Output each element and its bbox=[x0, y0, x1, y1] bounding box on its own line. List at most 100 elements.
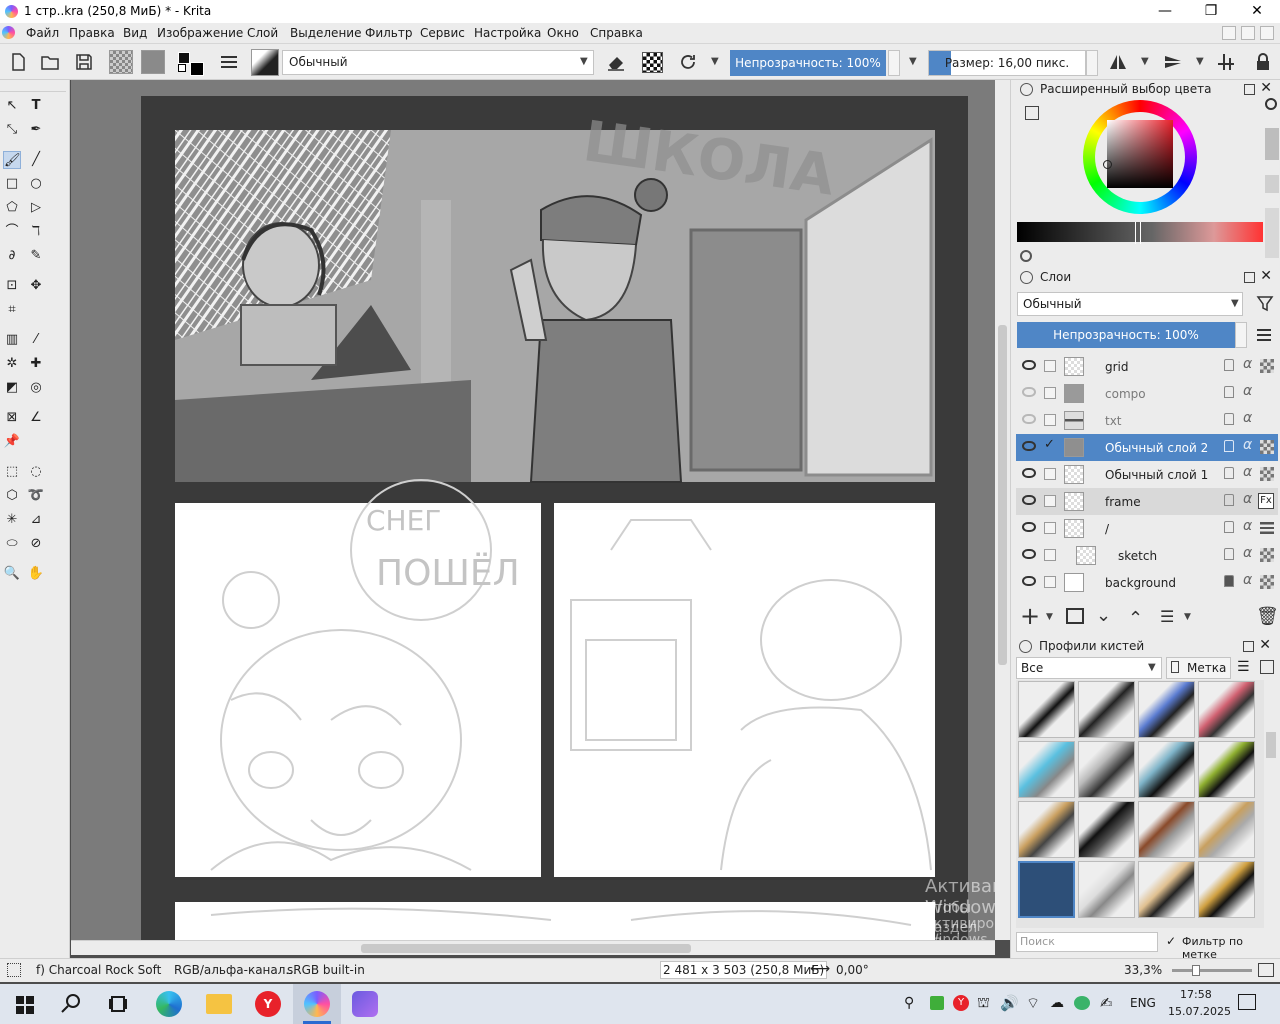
delete-layer-icon[interactable]: 🗑 bbox=[1256, 606, 1279, 627]
select-shapes-tool-icon[interactable]: ↖ bbox=[3, 97, 21, 115]
brush-preset-pen-red[interactable] bbox=[1198, 681, 1255, 738]
brush-preset-chalk[interactable] bbox=[1078, 861, 1135, 918]
edge-browser-icon[interactable] bbox=[156, 991, 182, 1017]
layer-select-checkbox[interactable] bbox=[1044, 360, 1056, 372]
tray-icon-2[interactable] bbox=[930, 996, 944, 1010]
canvas-horizontal-scrollbar[interactable] bbox=[71, 940, 995, 955]
visibility-eye-icon[interactable] bbox=[1022, 495, 1036, 505]
enclose-fill-tool-icon[interactable]: ◎ bbox=[27, 379, 45, 397]
color-history-swatch[interactable] bbox=[1265, 208, 1279, 258]
horizontal-scroll-thumb[interactable] bbox=[361, 944, 691, 953]
lock-dock-icon[interactable] bbox=[1020, 83, 1033, 96]
mirror-horizontal-icon[interactable] bbox=[1108, 52, 1128, 72]
search-icon[interactable] bbox=[56, 990, 86, 1018]
opacity-spinner[interactable] bbox=[888, 50, 900, 76]
value-slider[interactable] bbox=[1017, 222, 1263, 244]
brush-size-slider[interactable]: Размер: 16,00 пикс. bbox=[928, 50, 1086, 76]
fg-bg-color-icon[interactable] bbox=[178, 52, 206, 76]
zoom-value[interactable]: 33,3% bbox=[1124, 963, 1162, 977]
alpha-lock-icon[interactable]: α bbox=[1243, 572, 1252, 588]
inherit-alpha-icon[interactable] bbox=[1260, 359, 1274, 373]
move-layer-up-icon[interactable]: ⌃ bbox=[1128, 608, 1143, 629]
network-icon[interactable]: ⌔ bbox=[1026, 994, 1040, 1013]
layer-styles-fx-icon[interactable]: Fx bbox=[1258, 493, 1274, 509]
brush-preset-pencil-green[interactable] bbox=[1198, 741, 1255, 798]
layer-select-checkbox[interactable] bbox=[1044, 549, 1056, 561]
line-tool-icon[interactable]: ╱ bbox=[27, 151, 45, 169]
brush-preset-bristle-4[interactable] bbox=[1198, 801, 1255, 858]
multibrush-tool-icon[interactable]: ✎ bbox=[27, 247, 45, 265]
rectangular-selection-tool-icon[interactable]: ⬚ bbox=[3, 463, 21, 481]
layer-properties-icon[interactable]: ☰ bbox=[1160, 607, 1174, 626]
brush-settings-icon[interactable] bbox=[219, 52, 239, 72]
layer-lock-icon[interactable] bbox=[1224, 440, 1234, 452]
menu-image[interactable]: Изображение bbox=[157, 26, 243, 40]
freehand-selection-tool-icon[interactable]: ➰ bbox=[27, 487, 45, 505]
color-sampler-tool-icon[interactable]: ⁄ bbox=[27, 331, 45, 349]
save-icon[interactable] bbox=[74, 52, 94, 72]
windows-start-icon[interactable] bbox=[10, 990, 40, 1018]
rectangle-tool-icon[interactable]: □ bbox=[3, 175, 21, 193]
layer-row-txt[interactable]: txt α bbox=[1016, 407, 1278, 434]
doc-restore-icon[interactable] bbox=[1241, 26, 1255, 40]
canvas-drawing[interactable]: ШКОЛА СНЕГ ПОШЁЛ bbox=[71, 80, 995, 940]
pattern-fill-icon[interactable] bbox=[141, 50, 165, 74]
brush-preset-selected[interactable] bbox=[1018, 861, 1075, 918]
krita-taskbar-active[interactable] bbox=[293, 984, 341, 1024]
doc-close-icon[interactable] bbox=[1260, 26, 1274, 40]
freehand-brush-tool-icon[interactable]: 🖌 bbox=[3, 151, 21, 169]
preserve-alpha-icon[interactable] bbox=[642, 52, 663, 73]
layer-row-compo[interactable]: compo α bbox=[1016, 380, 1278, 407]
brush-storage-icon[interactable] bbox=[1260, 660, 1274, 674]
reload-preset-icon[interactable] bbox=[678, 52, 698, 72]
layer-blend-mode-select[interactable]: Обычный bbox=[1017, 292, 1243, 316]
task-view-icon[interactable] bbox=[104, 990, 134, 1018]
layer-row-frame[interactable]: frame α Fx bbox=[1016, 488, 1278, 515]
pass-through-icon[interactable] bbox=[1260, 522, 1274, 534]
lock-dock-icon[interactable] bbox=[1019, 640, 1032, 653]
reset-color-icon[interactable] bbox=[1265, 98, 1277, 110]
doc-minimize-icon[interactable] bbox=[1222, 26, 1236, 40]
layer-lock-icon[interactable] bbox=[1224, 359, 1234, 371]
yandex-browser-icon[interactable]: Y bbox=[255, 991, 281, 1017]
duplicate-layer-icon[interactable] bbox=[1066, 608, 1084, 624]
layer-select-checkbox[interactable] bbox=[1044, 468, 1056, 480]
tray-icon-8[interactable] bbox=[1074, 996, 1090, 1010]
brush-grid-scrollbar[interactable] bbox=[1264, 680, 1278, 928]
inherit-alpha-icon[interactable] bbox=[1260, 548, 1274, 562]
selection-status-icon[interactable] bbox=[7, 963, 21, 977]
vertical-scroll-thumb[interactable] bbox=[998, 325, 1007, 665]
zoom-slider[interactable] bbox=[1172, 965, 1252, 976]
wrap-around-icon[interactable] bbox=[1216, 52, 1236, 72]
alpha-lock-icon[interactable]: α bbox=[1243, 464, 1252, 480]
layer-opacity-slider[interactable]: Непрозрачность: 100% bbox=[1017, 322, 1235, 348]
brush-preset-texture[interactable] bbox=[1198, 861, 1255, 918]
size-spinner[interactable] bbox=[1086, 50, 1098, 76]
menu-settings[interactable]: Настройка bbox=[474, 26, 541, 40]
similar-color-selection-tool-icon[interactable]: ⊿ bbox=[27, 511, 45, 529]
zoom-slider-knob[interactable] bbox=[1192, 965, 1200, 976]
layer-row-group[interactable]: / α bbox=[1016, 515, 1278, 542]
tray-yandex-icon[interactable]: Y bbox=[953, 995, 969, 1011]
layer-row-background[interactable]: background α bbox=[1016, 569, 1278, 596]
alpha-lock-icon[interactable]: α bbox=[1243, 410, 1252, 426]
brush-grid-scroll-thumb[interactable] bbox=[1266, 732, 1276, 758]
close-dock-icon[interactable]: ✕ bbox=[1259, 637, 1271, 653]
opacity-slider[interactable]: Непрозрачность: 100% bbox=[730, 50, 886, 76]
minimize-button[interactable]: — bbox=[1142, 0, 1188, 23]
text-tool-icon[interactable]: T bbox=[27, 97, 45, 115]
color-history-swatch[interactable] bbox=[1265, 128, 1279, 160]
layer-select-checkbox[interactable] bbox=[1044, 576, 1056, 588]
filter-by-tag-checkbox[interactable]: ✓ bbox=[1166, 934, 1176, 948]
eraser-icon[interactable] bbox=[606, 52, 626, 72]
menu-help[interactable]: Справка bbox=[590, 26, 643, 40]
dynamic-brush-tool-icon[interactable]: ∂ bbox=[3, 247, 21, 265]
color-settings-icon[interactable] bbox=[1025, 106, 1039, 120]
brush-tag-filter-select[interactable]: Все bbox=[1016, 657, 1162, 679]
layer-filter-icon[interactable] bbox=[1256, 294, 1274, 312]
visibility-eye-icon[interactable] bbox=[1022, 387, 1036, 397]
menu-window[interactable]: Окно bbox=[547, 26, 579, 40]
brush-preset-marker-dark[interactable] bbox=[1138, 741, 1195, 798]
brush-preset-charcoal[interactable] bbox=[1138, 861, 1195, 918]
visibility-eye-icon[interactable] bbox=[1022, 468, 1036, 478]
